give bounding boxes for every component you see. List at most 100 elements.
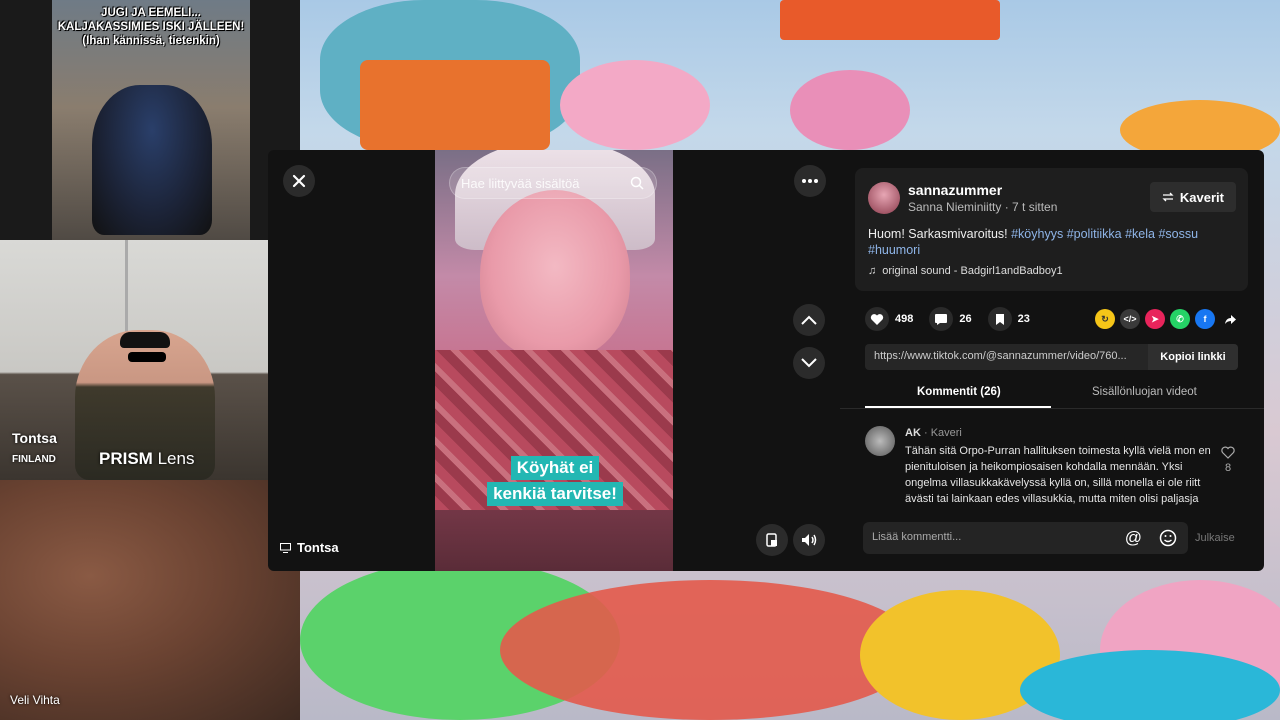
comment-author: AK · Kaveri <box>905 427 962 439</box>
save-count: 23 <box>1017 313 1030 325</box>
ellipsis-icon <box>802 179 818 183</box>
display-name: Sanna Nieminiitty <box>908 200 1002 214</box>
prism-lens-logo: PRISM Lens <box>99 449 194 469</box>
prism-brand: PRISM <box>99 449 153 468</box>
hashtag-link[interactable]: #politiikka <box>1067 227 1122 241</box>
copy-link-button[interactable]: Kopioi linkki <box>1148 344 1238 370</box>
tiktok-video-modal: Hae liittyvää sisältöä Köyhät ei kenkiä … <box>268 150 1264 571</box>
meme-caption-line: JUGI JA EEMELI... <box>101 7 201 19</box>
active-tab-indicator <box>865 406 1051 408</box>
tab-creator-videos[interactable]: Sisällönluojan videot <box>1092 386 1197 398</box>
previous-video-button[interactable] <box>793 304 825 336</box>
user-subtitle: Sanna Nieminiitty · 7 t sitten <box>908 200 1058 214</box>
chevron-down-icon <box>801 358 817 368</box>
whatsapp-icon: ✆ <box>1176 313 1184 324</box>
friends-label: Kaverit <box>1179 189 1224 205</box>
swap-icon <box>1162 192 1174 202</box>
search-icon <box>630 176 644 190</box>
time-ago: 7 t sitten <box>1012 200 1058 214</box>
participant-name: Veli Vihta <box>10 693 60 707</box>
like-button[interactable]: 498 <box>865 307 913 331</box>
emoji-icon[interactable] <box>1159 529 1177 547</box>
heart-icon <box>870 313 884 325</box>
friend-badge: Kaveri <box>930 427 962 439</box>
save-button[interactable]: 23 <box>987 307 1030 331</box>
screen-share-label: Tontsa <box>280 540 339 555</box>
related-search-field[interactable]: Hae liittyvää sisältöä <box>449 167 657 199</box>
share-buttons: ↻ </> ➤ ✆ f <box>1095 309 1240 329</box>
meme-caption-line: (Ihan kännissä, tietenkin) <box>82 35 220 47</box>
more-options-button[interactable] <box>794 165 826 197</box>
screen-share-name: Tontsa <box>297 540 339 555</box>
caption-line: kenkiä tarvitse! <box>487 482 623 506</box>
avatar[interactable] <box>865 426 895 456</box>
comment-text: Tähän sitä Orpo-Purran hallituksen toime… <box>905 445 1211 505</box>
comment-like-button[interactable]: 8 <box>1221 446 1235 474</box>
comment-like-count: 8 <box>1224 462 1232 474</box>
search-placeholder: Hae liittyvää sisältöä <box>461 176 580 191</box>
monitor-icon <box>280 542 291 553</box>
hashtag-link[interactable]: #köyhyys <box>1011 227 1063 241</box>
music-note-icon: ♫ <box>868 265 877 277</box>
meme-image: JUGI JA EEMELI... KALJAKASSIMIES ISKI JÄ… <box>52 0 250 240</box>
share-more-button[interactable] <box>1220 309 1240 329</box>
facebook-button[interactable]: f <box>1195 309 1215 329</box>
like-count: 498 <box>895 313 914 325</box>
next-video-button[interactable] <box>793 347 825 379</box>
hashtag-link[interactable]: #huumori <box>868 243 920 257</box>
hashtag-link[interactable]: #kela <box>1125 227 1155 241</box>
details-panel: sannazummer Sanna Nieminiitty · 7 t sitt… <box>840 150 1264 571</box>
friends-button[interactable]: Kaverit <box>1149 182 1236 212</box>
bookmark-icon <box>995 313 1004 325</box>
publish-button[interactable]: Julkaise <box>1195 532 1235 544</box>
post-description: Huom! Sarkasmivaroitus! #köyhyys #politi… <box>868 226 1238 258</box>
picture-in-picture-icon <box>766 533 777 547</box>
webcam-veli-vihta: Veli Vihta <box>0 480 300 720</box>
caption-line: Köyhät ei <box>510 456 600 480</box>
tab-comments[interactable]: Kommentit (26) <box>917 386 1001 398</box>
speaker-icon <box>802 534 817 546</box>
add-comment-input[interactable]: Lisää kommentti... @ <box>863 522 1188 554</box>
username[interactable]: sannazummer <box>908 182 1002 198</box>
whatsapp-button[interactable]: ✆ <box>1170 309 1190 329</box>
prism-suffix: Lens <box>157 449 195 468</box>
close-button[interactable] <box>283 165 315 197</box>
sound-link[interactable]: ♫ original sound - Badgirl1andBadboy1 <box>868 265 1063 277</box>
engagement-stats: 498 26 23 <box>865 307 1030 331</box>
heart-outline-icon <box>1221 446 1235 459</box>
pip-button[interactable] <box>756 524 788 556</box>
repost-button[interactable]: ↻ <box>1095 309 1115 329</box>
video-caption: Köyhät ei kenkiä tarvitse! <box>480 455 630 507</box>
comment-count: 26 <box>959 313 972 325</box>
description-text: Huom! Sarkasmivaroitus! <box>868 227 1008 241</box>
avatar[interactable] <box>868 182 900 214</box>
meme-caption: JUGI JA EEMELI... KALJAKASSIMIES ISKI JÄ… <box>52 6 250 48</box>
participant-country: FINLAND <box>12 454 56 465</box>
code-icon: </> <box>1123 314 1137 324</box>
share-link-box: https://www.tiktok.com/@sannazummer/vide… <box>865 344 1238 370</box>
share-arrow-icon <box>1224 314 1236 324</box>
repost-icon: ↻ <box>1101 313 1109 324</box>
send-button[interactable]: ➤ <box>1145 309 1165 329</box>
embed-button[interactable]: </> <box>1120 309 1140 329</box>
add-comment-placeholder: Lisää kommentti... <box>872 531 962 543</box>
comment-button[interactable]: 26 <box>929 307 972 331</box>
participant-name: Tontsa <box>12 430 57 446</box>
comment-bubble-icon <box>935 313 948 325</box>
facebook-icon: f <box>1203 314 1207 324</box>
hashtag-link[interactable]: #sossu <box>1158 227 1198 241</box>
post-info-box: sannazummer Sanna Nieminiitty · 7 t sitt… <box>855 168 1248 291</box>
sound-name: original sound - Badgirl1andBadboy1 <box>882 265 1063 277</box>
video-player[interactable]: Hae liittyvää sisältöä Köyhät ei kenkiä … <box>435 150 673 571</box>
meme-caption-line: KALJAKASSIMIES ISKI JÄLLEEN! <box>57 21 245 33</box>
mention-icon[interactable]: @ <box>1125 528 1142 548</box>
share-link-url[interactable]: https://www.tiktok.com/@sannazummer/vide… <box>874 350 1144 362</box>
chevron-up-icon <box>801 315 817 325</box>
face <box>480 190 630 360</box>
webcam-tontsa: Tontsa FINLAND PRISM Lens <box>0 240 268 480</box>
volume-button[interactable] <box>793 524 825 556</box>
panel-tabs: Kommentit (26) Sisällönluojan videot <box>840 378 1264 409</box>
paper-plane-icon: ➤ <box>1151 313 1159 324</box>
comment-author-name[interactable]: AK <box>905 427 921 439</box>
close-icon <box>292 174 306 188</box>
